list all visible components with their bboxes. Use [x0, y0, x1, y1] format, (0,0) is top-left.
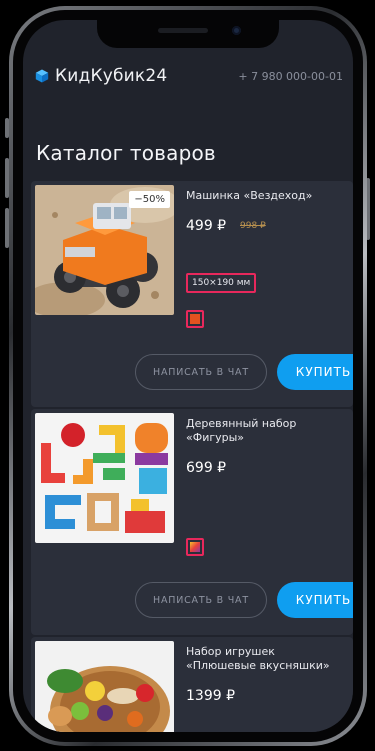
app-screen: КидКубик24 + 7 980 000-00-01 Каталог тов… [23, 20, 353, 732]
header-phone-link[interactable]: + 7 980 000-00-01 [238, 70, 343, 83]
wooden-shapes-photo [35, 413, 174, 543]
product-name[interactable]: Набор игрушек «Плюшевые вкусняшки» [186, 645, 346, 673]
product-price: 499 ₽ [186, 218, 227, 234]
brand-name: КидКубик24 [55, 66, 168, 86]
plush-food-photo [35, 641, 174, 732]
product-card: Набор игрушек «Плюшевые вкусняшки» 1399 … [31, 637, 353, 732]
product-image[interactable]: −50% [35, 185, 174, 315]
size-option[interactable]: 150×190 мм [186, 273, 257, 293]
product-card: −50% Машинка «Вездеход» 499 ₽ 998 ₽ 150×… [31, 181, 353, 407]
notch [97, 20, 279, 48]
cube-icon [35, 69, 49, 83]
product-card: Деревянный набор «Фигуры» 699 ₽ НАПИСАТЬ… [31, 409, 353, 635]
product-image[interactable] [35, 641, 174, 732]
product-price: 1399 ₽ [186, 688, 235, 704]
front-camera [232, 26, 241, 35]
product-old-price: 998 ₽ [240, 221, 266, 231]
product-name[interactable]: Деревянный набор «Фигуры» [186, 417, 346, 445]
color-swatch[interactable] [186, 538, 204, 556]
phone-bezel: КидКубик24 + 7 980 000-00-01 Каталог тов… [13, 10, 363, 742]
phone-frame: КидКубик24 + 7 980 000-00-01 Каталог тов… [9, 6, 367, 746]
page-title: Каталог товаров [36, 141, 216, 165]
product-name[interactable]: Машинка «Вездеход» [186, 189, 346, 203]
speaker-grille [158, 28, 208, 33]
swatch-color-fill [190, 542, 200, 552]
product-price: 699 ₽ [186, 460, 227, 476]
color-swatch[interactable] [186, 310, 204, 328]
app-header: КидКубик24 + 7 980 000-00-01 [23, 58, 353, 94]
brand-logo[interactable]: КидКубик24 [35, 66, 167, 86]
buy-button[interactable]: КУПИТЬ [277, 354, 353, 390]
discount-badge: −50% [129, 191, 170, 208]
product-image[interactable] [35, 413, 174, 543]
swatch-color-fill [190, 314, 200, 324]
chat-button[interactable]: НАПИСАТЬ В ЧАТ [135, 582, 267, 618]
chat-button[interactable]: НАПИСАТЬ В ЧАТ [135, 354, 267, 390]
buy-button[interactable]: КУПИТЬ [277, 582, 353, 618]
